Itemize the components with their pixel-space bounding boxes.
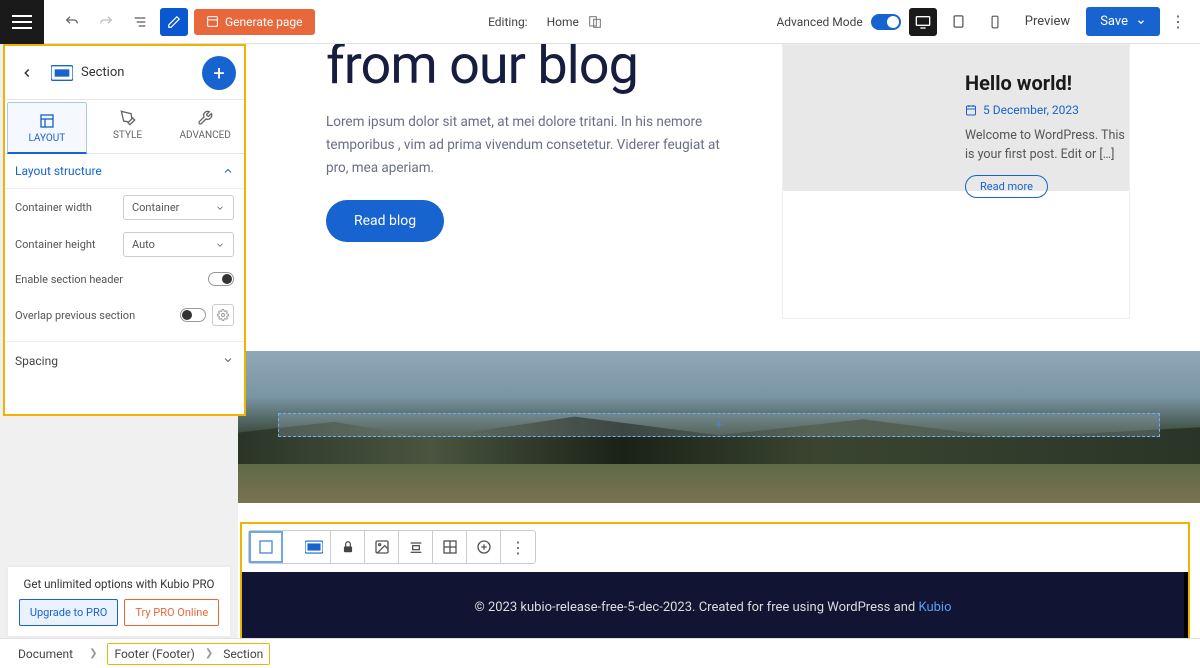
post-date: 5 December, 2023	[983, 103, 1079, 117]
gear-icon	[217, 309, 229, 321]
container-height-select[interactable]: Auto	[123, 232, 234, 257]
pro-upsell-text: Get unlimited options with Kubio PRO	[16, 577, 222, 591]
chevron-down-icon	[215, 203, 225, 213]
more-options-button[interactable]: ⋮	[1168, 12, 1188, 31]
kubio-link[interactable]: Kubio	[918, 600, 951, 615]
section-layout-button[interactable]	[297, 531, 331, 563]
breadcrumb: Document ❯ Footer (Footer) ❯ Section	[0, 638, 1200, 668]
preview-button[interactable]: Preview	[1017, 14, 1078, 29]
plus-icon: +	[715, 417, 723, 433]
desktop-view-button[interactable]	[909, 8, 937, 36]
overlap-previous-label: Overlap previous section	[15, 309, 135, 322]
layout-structure-header[interactable]: Layout structure	[5, 154, 244, 189]
block-type-button[interactable]	[249, 531, 283, 563]
container-width-label: Container width	[15, 201, 123, 214]
upgrade-to-pro-button[interactable]: Upgrade to PRO	[19, 599, 119, 626]
save-button[interactable]: Save	[1086, 7, 1160, 36]
breadcrumb-footer[interactable]: Footer (Footer)	[114, 647, 194, 661]
list-view-button[interactable]	[126, 8, 154, 36]
post-excerpt: Welcome to WordPress. This is your first…	[965, 127, 1129, 165]
footer-content[interactable]: © 2023 kubio-release-free-5-dec-2023. Cr…	[242, 572, 1188, 642]
add-row-placeholder[interactable]: +	[278, 413, 1160, 437]
tab-style[interactable]: STYLE	[89, 100, 167, 153]
pro-upsell-box: Get unlimited options with Kubio PRO Upg…	[8, 567, 230, 636]
calendar-icon	[965, 104, 977, 116]
toolbar-more-button[interactable]: ⋮	[501, 531, 535, 563]
lock-icon	[341, 540, 355, 554]
footer-section-selected: ⋮ © 2023 kubio-release-free-5-dec-2023. …	[240, 522, 1190, 638]
section-settings-panel: Section + LAYOUT STYLE ADVANCED Layout s…	[3, 44, 246, 416]
blog-post-card[interactable]: Hello world! 5 December, 2023 Welcome to…	[782, 44, 1130, 319]
post-title: Hello world!	[965, 71, 1129, 95]
lock-button[interactable]	[331, 531, 365, 563]
top-toolbar: Generate page Editing: Home Advanced Mod…	[0, 0, 1200, 44]
advanced-mode-label: Advanced Mode	[776, 15, 862, 29]
enable-section-header-toggle[interactable]	[208, 272, 234, 286]
breadcrumb-section[interactable]: Section	[223, 647, 263, 661]
edit-mode-button[interactable]	[160, 8, 188, 36]
read-more-button[interactable]: Read more	[965, 175, 1048, 198]
hero-image-section[interactable]: +	[238, 351, 1200, 503]
read-blog-button[interactable]: Read blog	[326, 200, 444, 242]
image-button[interactable]	[365, 531, 399, 563]
align-button[interactable]	[399, 531, 433, 563]
block-toolbar: ⋮	[248, 530, 536, 564]
enable-section-header-label: Enable section header	[15, 273, 123, 286]
tablet-view-button[interactable]	[945, 8, 973, 36]
panel-back-button[interactable]	[13, 59, 41, 87]
tab-advanced[interactable]: ADVANCED	[166, 100, 244, 153]
blog-description: Lorem ipsum dolor sit amet, at mei dolor…	[326, 111, 742, 180]
undo-button[interactable]	[58, 8, 86, 36]
add-button[interactable]	[467, 531, 501, 563]
main-menu-button[interactable]	[0, 0, 44, 44]
breadcrumb-document[interactable]: Document	[12, 644, 79, 664]
container-width-select[interactable]: Container	[123, 195, 234, 220]
advanced-mode-toggle[interactable]	[871, 14, 901, 30]
blog-heading: from our blog	[326, 44, 742, 97]
add-block-button[interactable]: +	[202, 56, 236, 90]
container-height-label: Container height	[15, 238, 123, 251]
chevron-down-icon	[215, 240, 225, 250]
generate-page-label: Generate page	[225, 15, 303, 29]
chevron-right-icon: ❯	[89, 648, 97, 659]
spacing-header[interactable]: Spacing	[5, 341, 244, 380]
overlap-previous-toggle[interactable]	[180, 308, 206, 322]
template-icon	[587, 14, 603, 30]
tab-layout[interactable]: LAYOUT	[7, 102, 87, 154]
mobile-view-button[interactable]	[981, 8, 1009, 36]
panel-title: Section	[81, 65, 124, 80]
section-icon	[51, 65, 73, 81]
redo-button[interactable]	[92, 8, 120, 36]
editing-indicator: Editing: Home	[315, 14, 777, 30]
chevron-up-icon	[222, 165, 234, 177]
chevron-right-icon: ❯	[205, 648, 213, 659]
overlap-settings-button[interactable]	[212, 304, 234, 326]
generate-page-button[interactable]: Generate page	[194, 9, 315, 35]
grid-button[interactable]	[433, 531, 467, 563]
chevron-down-icon	[222, 354, 234, 366]
try-pro-online-button[interactable]: Try PRO Online	[124, 599, 219, 626]
